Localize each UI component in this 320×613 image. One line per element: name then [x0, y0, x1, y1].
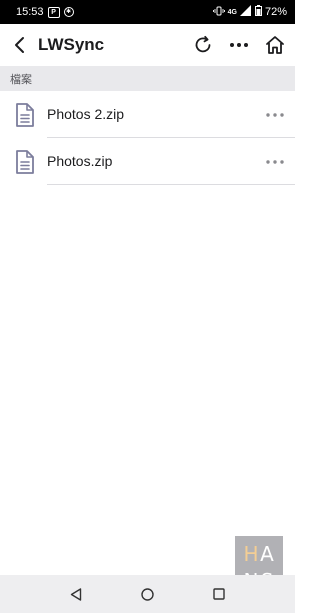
section-header: 檔案 — [0, 66, 295, 91]
app-header: LWSync — [0, 24, 295, 66]
more-options-button[interactable] — [221, 24, 257, 66]
more-horizontal-icon — [266, 160, 284, 164]
item-more-button[interactable] — [261, 101, 289, 129]
document-icon — [16, 103, 34, 127]
list-item[interactable]: Photos 2.zip — [0, 91, 295, 138]
divider — [47, 184, 295, 185]
item-more-button[interactable] — [261, 148, 289, 176]
square-recents-icon — [213, 588, 225, 600]
signal-icon — [239, 5, 252, 19]
battery-icon — [254, 5, 262, 19]
file-name: Photos.zip — [47, 153, 113, 169]
file-list: Photos 2.zip Photos.zip — [0, 91, 295, 185]
system-nav-bar — [0, 575, 295, 613]
triangle-back-icon — [70, 587, 82, 601]
watermark-letter: A — [260, 542, 274, 566]
nav-back-button[interactable] — [61, 579, 91, 609]
back-button[interactable] — [4, 24, 36, 66]
status-left: 15:53 P ✱ — [16, 6, 74, 18]
more-horizontal-icon — [266, 113, 284, 117]
app-notification-icon: ✱ — [63, 7, 74, 17]
refresh-icon — [195, 35, 211, 53]
list-item[interactable]: Photos.zip — [0, 138, 295, 185]
home-icon — [266, 36, 284, 54]
refresh-button[interactable] — [185, 24, 221, 66]
file-name: Photos 2.zip — [47, 106, 125, 122]
nav-recents-button[interactable] — [204, 579, 234, 609]
status-time: 15:53 — [16, 6, 44, 18]
status-right: 4G 72% — [212, 5, 287, 19]
more-horizontal-icon — [230, 43, 248, 47]
vibrate-icon — [212, 6, 225, 19]
circle-home-icon — [141, 587, 154, 601]
nav-home-button[interactable] — [132, 579, 162, 609]
network-type-label: 4G — [227, 8, 237, 16]
battery-percent: 72% — [264, 6, 287, 18]
page-title: LWSync — [38, 35, 105, 54]
header-actions — [185, 24, 295, 66]
home-button[interactable] — [257, 24, 293, 66]
document-icon — [16, 150, 34, 174]
notification-badge-icon: P — [47, 6, 60, 18]
chevron-left-icon — [15, 37, 24, 53]
status-bar: 15:53 P ✱ 4G 72% — [0, 0, 295, 24]
watermark-letter: H — [243, 542, 259, 566]
